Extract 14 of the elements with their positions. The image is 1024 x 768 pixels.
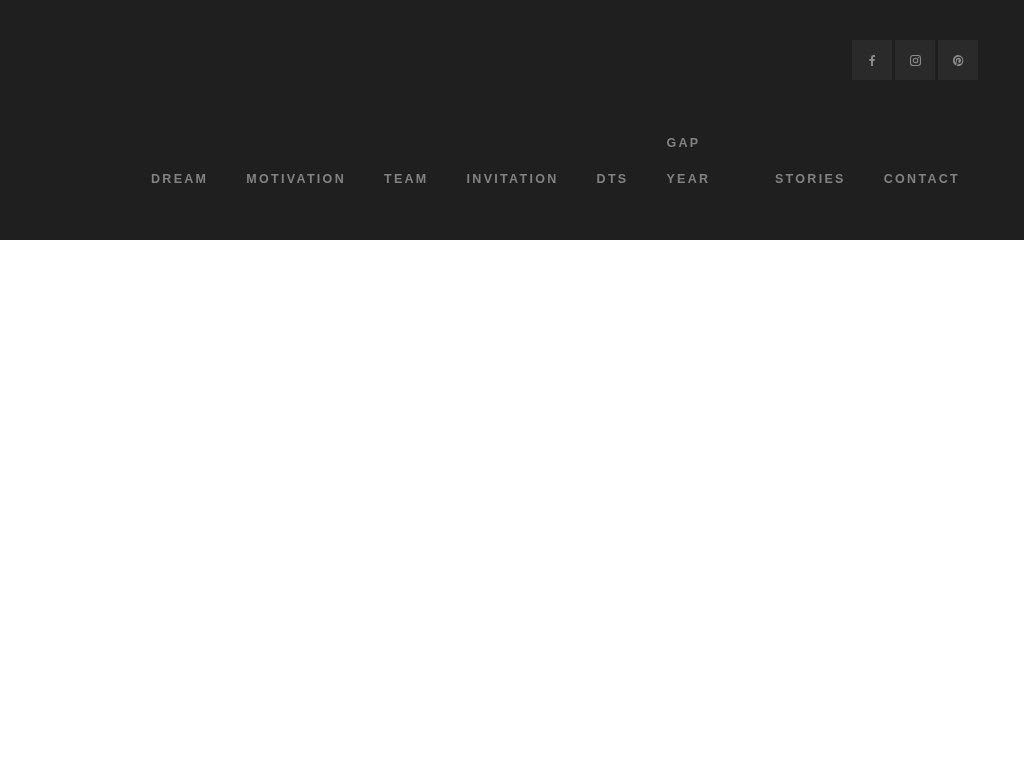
facebook-icon [869, 54, 875, 66]
nav-link[interactable]: GAP YEAR [666, 125, 737, 197]
nav-link[interactable]: STORIES [774, 161, 846, 197]
instagram-button[interactable] [895, 40, 935, 80]
instagram-icon [909, 54, 921, 66]
nav-link[interactable]: TEAM [383, 161, 429, 197]
pinterest-icon [952, 54, 964, 66]
nav-link[interactable]: DREAM [151, 161, 209, 197]
nav-link[interactable]: MOTIVATION [246, 161, 346, 197]
nav-link[interactable]: CONTACT [883, 161, 960, 197]
pinterest-button[interactable] [938, 40, 978, 80]
facebook-button[interactable] [852, 40, 892, 80]
nav-link[interactable]: INVITATION [466, 161, 559, 197]
nav-link[interactable]: DTS [596, 161, 629, 197]
